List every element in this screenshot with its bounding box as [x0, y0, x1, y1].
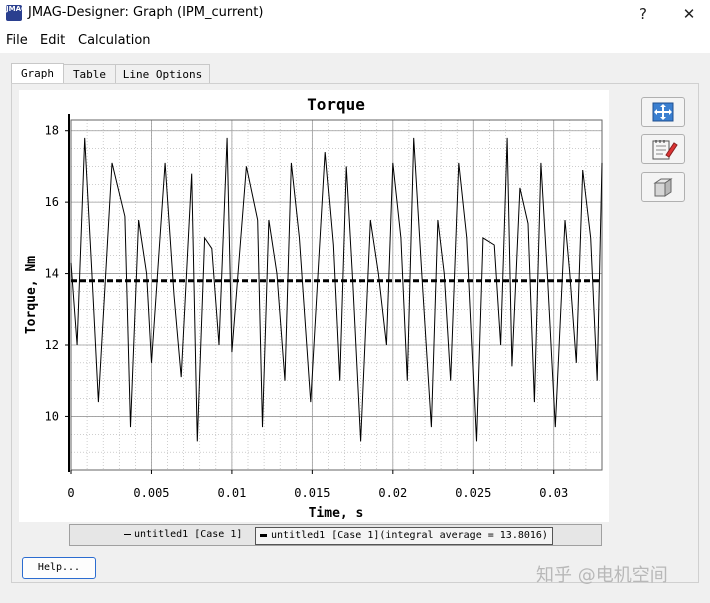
close-icon[interactable]: ✕	[674, 3, 704, 25]
legend-dashed-swatch	[260, 533, 267, 537]
menu-edit[interactable]: Edit	[40, 33, 65, 48]
tab-table[interactable]: Table	[63, 64, 116, 84]
legend-entry-average[interactable]: untitled1 [Case 1](integral average = 13…	[255, 527, 553, 545]
menu-bar: File Edit Calculation	[0, 30, 710, 52]
title-bar: JMAG JMAG-Designer: Graph (IPM_current) …	[0, 0, 710, 28]
tab-graph[interactable]: Graph	[11, 63, 64, 84]
app-icon: JMAG	[6, 5, 27, 21]
window-title: JMAG-Designer: Graph (IPM_current)	[28, 5, 264, 20]
help-button[interactable]: Help...	[22, 557, 96, 579]
edit-notes-button[interactable]	[641, 134, 685, 164]
copy-icon	[653, 178, 673, 197]
menu-file[interactable]: File	[6, 33, 28, 48]
fit-view-icon	[652, 102, 674, 122]
legend-entry-raw[interactable]: untitled1 [Case 1]	[124, 527, 242, 543]
legend-solid-swatch	[124, 533, 131, 535]
graph-tab-body	[11, 83, 699, 583]
legend: untitled1 [Case 1] untitled1 [Case 1](in…	[69, 524, 602, 546]
copy-button[interactable]	[641, 172, 685, 202]
help-icon[interactable]: ?	[628, 3, 658, 25]
fit-view-button[interactable]	[641, 97, 685, 127]
legend-entry-average-label: untitled1 [Case 1](integral average = 13…	[271, 530, 548, 541]
watermark: 知乎 @电机空间	[536, 565, 668, 586]
legend-entry-raw-label: untitled1 [Case 1]	[134, 529, 243, 540]
edit-notes-icon	[652, 140, 678, 160]
tab-line-options[interactable]: Line Options	[115, 64, 210, 84]
menu-calculation[interactable]: Calculation	[78, 33, 151, 48]
